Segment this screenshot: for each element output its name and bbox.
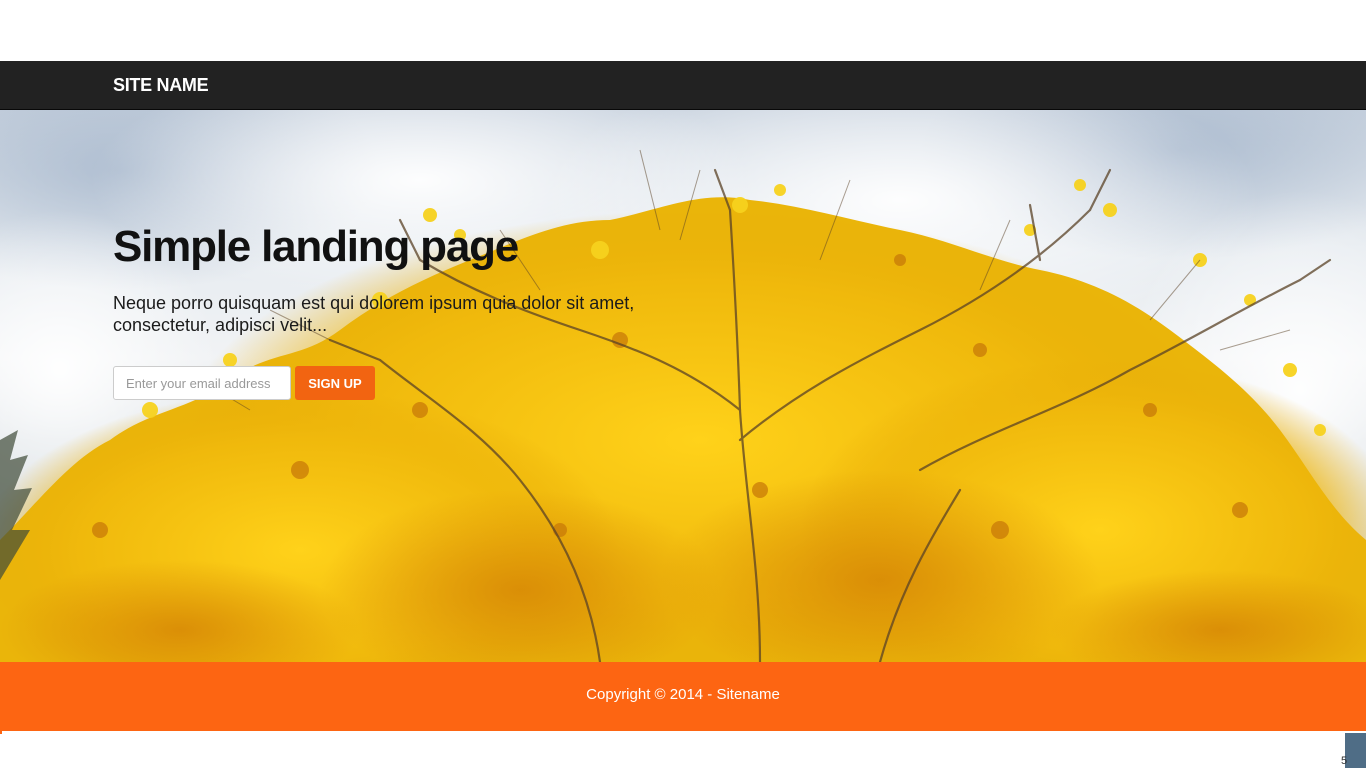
hero-title: Simple landing page	[113, 222, 519, 271]
landing-page: SITE NAME Simple landing page Neque porr…	[0, 0, 1366, 768]
footer-edge	[0, 731, 2, 734]
site-brand-link[interactable]: SITE NAME	[113, 74, 209, 96]
copyright-text: Copyright © 2014 - Sitename	[586, 686, 780, 703]
email-input[interactable]	[113, 366, 291, 400]
top-navbar: SITE NAME	[0, 61, 1366, 110]
hero-subtitle: Neque porro quisquam est qui dolorem ips…	[113, 293, 635, 335]
page-footer: Copyright © 2014 - Sitename	[0, 662, 1366, 731]
sign-up-button[interactable]: SIGN UP	[295, 366, 375, 400]
signup-form: SIGN UP	[113, 366, 413, 400]
corner-widget-label: 5	[1341, 755, 1348, 767]
hero-section: Simple landing page Neque porro quisquam…	[0, 110, 1366, 662]
